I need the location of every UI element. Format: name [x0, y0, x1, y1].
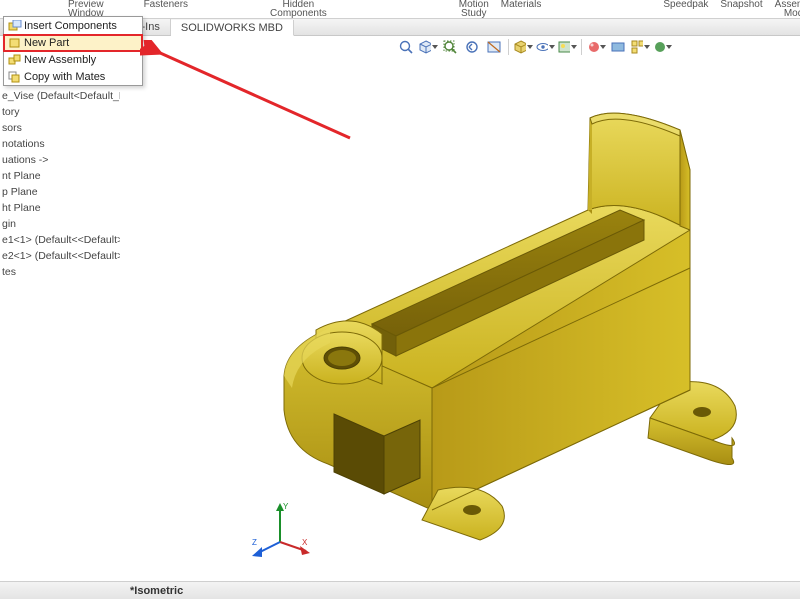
- graphics-viewport[interactable]: Y X Z: [120, 58, 800, 581]
- tree-origin[interactable]: gin: [2, 216, 120, 232]
- zoom-to-fit-button[interactable]: [396, 37, 416, 57]
- ribbon-group-hidden-components[interactable]: Hidden Components: [264, 0, 333, 18]
- section-view-icon: [486, 39, 502, 55]
- view-orientation-button[interactable]: [418, 37, 438, 57]
- ribbon-group-motion-study[interactable]: Motion Study: [453, 0, 495, 18]
- model-render: [120, 58, 800, 582]
- toolbar-separator: [581, 39, 582, 55]
- new-assembly-icon: [6, 53, 24, 67]
- render-icon: [652, 39, 665, 55]
- decals-icon: [610, 39, 626, 55]
- status-view-label: *Isometric: [130, 585, 183, 597]
- tree-root[interactable]: e_Vise (Default<Default_Display: [2, 88, 120, 104]
- config-icon: [630, 39, 643, 55]
- tree-top-plane[interactable]: p Plane: [2, 184, 120, 200]
- menu-copy-with-mates[interactable]: Copy with Mates: [4, 68, 142, 85]
- tree-sensors[interactable]: sors: [2, 120, 120, 136]
- svg-text:Z: Z: [252, 538, 257, 547]
- render-button[interactable]: [652, 37, 672, 57]
- tree-right-plane[interactable]: ht Plane: [2, 200, 120, 216]
- display-style-icon: [513, 39, 526, 55]
- ribbon-group-snapshot[interactable]: Snapshot: [714, 0, 768, 18]
- tree-equations[interactable]: uations ->: [2, 152, 120, 168]
- ribbon-group-materials[interactable]: Materials: [495, 0, 548, 18]
- section-view-button[interactable]: [484, 37, 504, 57]
- display-style-button[interactable]: [513, 37, 533, 57]
- tree-annotations[interactable]: notations: [2, 136, 120, 152]
- toolbar-separator: [508, 39, 509, 55]
- decals-button[interactable]: [608, 37, 628, 57]
- new-part-icon: [6, 36, 24, 50]
- svg-text:X: X: [302, 538, 308, 547]
- menu-new-part[interactable]: New Part: [4, 34, 142, 51]
- menu-item-label: New Part: [24, 37, 69, 49]
- insert-components-icon: [6, 19, 24, 33]
- svg-text:Y: Y: [283, 502, 289, 511]
- ribbon-group-fasteners[interactable]: Fasteners: [138, 0, 194, 18]
- menu-insert-components[interactable]: Insert Components: [4, 17, 142, 34]
- menu-item-label: Insert Components: [24, 20, 117, 32]
- orientation-triad[interactable]: Y X Z: [250, 497, 310, 557]
- menu-new-assembly[interactable]: New Assembly: [4, 51, 142, 68]
- feature-manager-tree[interactable]: e_Vise (Default<Default_Display tory sor…: [0, 88, 120, 581]
- tree-part2[interactable]: e2<1> (Default<<Default>_Displ: [2, 248, 120, 264]
- zoom-fit-icon: [398, 39, 414, 55]
- status-bar: *Isometric: [0, 581, 800, 599]
- ribbon-group-speedpak[interactable]: Speedpak: [657, 0, 714, 18]
- view-cube-icon: [418, 39, 431, 55]
- appearance-icon: [586, 39, 599, 55]
- hide-show-icon: [535, 39, 548, 55]
- zoom-to-area-button[interactable]: [440, 37, 460, 57]
- scene-icon: [557, 39, 570, 55]
- heads-up-view-toolbar: [396, 36, 672, 58]
- hide-show-button[interactable]: [535, 37, 555, 57]
- previous-view-button[interactable]: [462, 37, 482, 57]
- edit-scene-button[interactable]: [557, 37, 577, 57]
- ribbon-group-assembly-mode[interactable]: Assembly Mode: [769, 0, 800, 18]
- tree-mates[interactable]: tes: [2, 264, 120, 280]
- menu-item-label: New Assembly: [24, 54, 96, 66]
- apply-appearance-button[interactable]: [586, 37, 606, 57]
- configurations-button[interactable]: [630, 37, 650, 57]
- tree-part1[interactable]: e1<1> (Default<<Default>_Displ: [2, 232, 120, 248]
- tab-mbd[interactable]: SOLIDWORKS MBD: [171, 20, 294, 36]
- tree-history[interactable]: tory: [2, 104, 120, 120]
- menu-item-label: Copy with Mates: [24, 71, 105, 83]
- zoom-area-icon: [442, 39, 458, 55]
- insert-component-menu: Insert Components New Part New Assembly …: [3, 16, 143, 86]
- copy-with-mates-icon: [6, 70, 24, 84]
- prev-view-icon: [464, 39, 480, 55]
- tree-front-plane[interactable]: nt Plane: [2, 168, 120, 184]
